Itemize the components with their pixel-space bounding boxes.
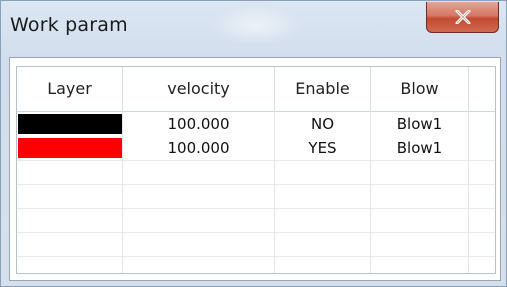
grid-row-divider	[17, 208, 495, 209]
close-button[interactable]	[426, 2, 499, 33]
layer-cell[interactable]	[17, 112, 123, 136]
work-param-window: Work param Layer velocity Enable Blow 10…	[0, 0, 507, 287]
grid-row-divider	[17, 184, 495, 185]
grid-row-divider	[17, 256, 495, 257]
table-row[interactable]: 100.000 NO Blow1	[17, 112, 495, 136]
dialog-client-area: Layer velocity Enable Blow 100.000 NO Bl…	[9, 57, 501, 281]
enable-cell[interactable]: NO	[275, 112, 371, 136]
title-bar[interactable]: Work param	[1, 1, 506, 51]
title-bar-glow	[211, 5, 301, 45]
grid-row-divider	[17, 160, 495, 161]
column-header-filler	[469, 67, 495, 111]
grid-column-divider	[122, 111, 123, 273]
grid-row-divider	[17, 232, 495, 233]
grid-column-divider	[370, 111, 371, 273]
column-header-layer[interactable]: Layer	[17, 67, 123, 111]
close-icon	[455, 10, 470, 24]
layer-cell[interactable]	[17, 136, 123, 160]
layer-color-swatch	[18, 138, 122, 158]
velocity-cell[interactable]: 100.000	[123, 112, 275, 136]
column-header-enable[interactable]: Enable	[275, 67, 371, 111]
work-param-grid[interactable]: Layer velocity Enable Blow 100.000 NO Bl…	[16, 66, 496, 274]
grid-header: Layer velocity Enable Blow	[17, 67, 495, 112]
grid-column-divider	[274, 111, 275, 273]
layer-color-swatch	[18, 114, 122, 134]
blow-cell[interactable]: Blow1	[371, 112, 469, 136]
column-header-velocity[interactable]: velocity	[123, 67, 275, 111]
window-title: Work param	[10, 14, 128, 36]
enable-cell[interactable]: YES	[275, 136, 371, 160]
blow-cell[interactable]: Blow1	[371, 136, 469, 160]
velocity-cell[interactable]: 100.000	[123, 136, 275, 160]
grid-column-divider	[468, 111, 469, 273]
table-row[interactable]: 100.000 YES Blow1	[17, 136, 495, 160]
column-header-blow[interactable]: Blow	[371, 67, 469, 111]
